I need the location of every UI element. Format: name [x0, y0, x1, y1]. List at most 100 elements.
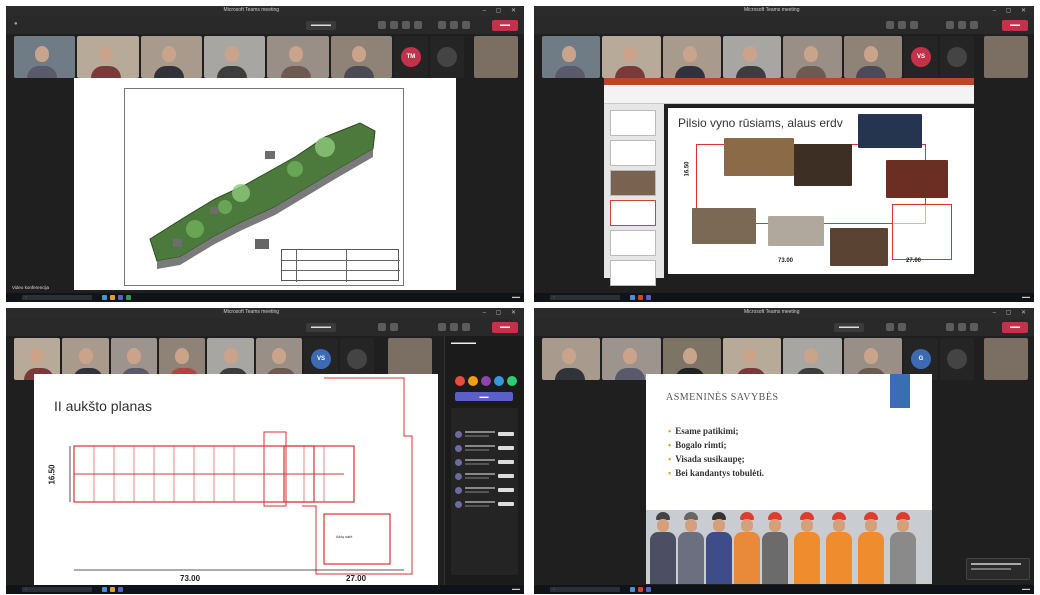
slide-thumbnail[interactable] — [610, 200, 656, 226]
mic-icon[interactable] — [958, 323, 966, 331]
list-item[interactable] — [455, 472, 514, 482]
share-icon[interactable] — [462, 21, 470, 29]
app-icon[interactable] — [110, 295, 115, 300]
shared-screen: Pilsio vyno rūsiams, alaus erdv 16.50 73… — [534, 78, 1034, 290]
chat-action-button[interactable]: ▬▬ — [455, 392, 513, 401]
participant-tile[interactable] — [203, 36, 266, 78]
mic-icon[interactable] — [450, 21, 458, 29]
app-icon[interactable] — [126, 295, 131, 300]
notification-popup[interactable] — [966, 558, 1030, 580]
list-item[interactable] — [455, 430, 514, 440]
app-icon[interactable] — [102, 587, 107, 592]
slide-title: Pilsio vyno rūsiams, alaus erdv — [678, 116, 843, 130]
teams-window-4: Microsoft Teams meeting – ▢ ✕ ▬▬▬▬ ▬▬ G — [534, 308, 1034, 594]
leave-button[interactable]: ▬▬ — [492, 20, 518, 31]
app-icon[interactable] — [118, 295, 123, 300]
more-icon[interactable] — [414, 21, 422, 29]
participant-tile[interactable] — [14, 36, 76, 78]
app-icon[interactable] — [118, 587, 123, 592]
taskbar: ⌕ ▬▬ — [534, 293, 1034, 302]
camera-icon[interactable] — [946, 21, 954, 29]
app-icon[interactable] — [638, 295, 643, 300]
camera-icon[interactable] — [946, 323, 954, 331]
window-controls[interactable]: – ▢ ✕ — [483, 7, 520, 14]
participant-tile[interactable] — [722, 36, 782, 78]
participant-tile[interactable] — [140, 36, 202, 78]
app-icon[interactable] — [630, 295, 635, 300]
share-icon[interactable] — [970, 21, 978, 29]
participant-tile[interactable] — [939, 338, 974, 380]
mic-icon[interactable] — [958, 21, 966, 29]
slide-thumbnail[interactable] — [610, 260, 656, 286]
list-item[interactable] — [455, 444, 514, 454]
bullet-item: Bogalo rimti; — [668, 440, 764, 450]
camera-icon[interactable] — [438, 323, 446, 331]
people-icon[interactable] — [390, 323, 398, 331]
meeting-info-pill[interactable]: ▬▬▬▬ — [306, 323, 336, 332]
people-icon[interactable] — [898, 323, 906, 331]
people-icon[interactable] — [898, 21, 906, 29]
app-icon[interactable] — [646, 295, 651, 300]
floor-plan — [69, 377, 413, 575]
participant-tile[interactable] — [542, 338, 601, 380]
avatar: TM — [400, 47, 421, 67]
participant-tile[interactable] — [843, 36, 902, 78]
self-view-tile[interactable] — [474, 36, 518, 78]
slide-thumbnail[interactable] — [610, 230, 656, 256]
camera-icon[interactable] — [438, 21, 446, 29]
share-icon[interactable] — [462, 323, 470, 331]
participant-tile[interactable] — [783, 36, 842, 78]
self-view-tile[interactable] — [984, 338, 1028, 380]
participant-tile[interactable] — [267, 36, 329, 78]
chat-icon[interactable] — [886, 21, 894, 29]
participant-tile[interactable] — [330, 36, 392, 78]
participant-tile[interactable] — [602, 36, 661, 78]
app-icon[interactable] — [646, 587, 651, 592]
taskbar-search[interactable]: ⌕ — [22, 295, 92, 300]
app-icon[interactable] — [638, 587, 643, 592]
list-item[interactable] — [455, 486, 514, 496]
app-icon[interactable] — [102, 295, 107, 300]
window-controls[interactable]: – ▢ ✕ — [993, 7, 1030, 14]
leave-button[interactable]: ▬▬ — [492, 322, 518, 333]
clock: ▬▬ — [1022, 586, 1030, 591]
reaction-bubbles — [455, 376, 517, 386]
window-controls[interactable]: – ▢ ✕ — [483, 309, 520, 316]
share-icon[interactable] — [970, 323, 978, 331]
meeting-info-pill[interactable]: ▬▬▬▬ — [834, 323, 864, 332]
participant-tile[interactable] — [662, 36, 721, 78]
teams-window-1: Microsoft Teams meeting – ▢ ✕ ● ▬▬▬▬ ▬▬ … — [6, 6, 524, 302]
participant-tile[interactable] — [429, 36, 464, 78]
chat-icon[interactable] — [378, 323, 386, 331]
slide-thumbnail[interactable] — [610, 140, 656, 166]
window-title: Microsoft Teams meeting — [744, 7, 800, 13]
participant-tile[interactable]: VS — [903, 36, 938, 78]
app-icon[interactable] — [110, 587, 115, 592]
taskbar-search[interactable]: ⌕ — [22, 587, 92, 592]
people-icon[interactable] — [390, 21, 398, 29]
participant-tile[interactable] — [542, 36, 601, 78]
room-photo — [768, 216, 824, 246]
slide-thumbnail[interactable] — [610, 110, 656, 136]
mic-icon[interactable] — [450, 323, 458, 331]
list-item[interactable] — [455, 500, 514, 510]
taskbar-search[interactable]: ⌕ — [550, 587, 620, 592]
chat-icon[interactable] — [886, 323, 894, 331]
leave-button[interactable]: ▬▬ — [1002, 20, 1028, 31]
taskbar-search[interactable]: ⌕ — [550, 295, 620, 300]
list-item[interactable] — [455, 458, 514, 468]
chat-icon[interactable] — [378, 21, 386, 29]
participant-tile[interactable] — [939, 36, 974, 78]
leave-button[interactable]: ▬▬ — [1002, 322, 1028, 333]
window-controls[interactable]: – ▢ ✕ — [993, 309, 1030, 316]
participant-tile[interactable] — [77, 36, 139, 78]
avatar-placeholder — [436, 47, 457, 67]
slide-thumbnail[interactable] — [610, 170, 656, 196]
meeting-info-pill[interactable]: ▬▬▬▬ — [306, 21, 336, 30]
self-view-tile[interactable] — [984, 36, 1028, 78]
app-icon[interactable] — [630, 587, 635, 592]
reactions-icon[interactable] — [402, 21, 410, 29]
reactions-icon[interactable] — [910, 21, 918, 29]
taskbar: ⌕ ▬▬ — [534, 585, 1034, 594]
participant-tile[interactable]: TM — [393, 36, 428, 78]
